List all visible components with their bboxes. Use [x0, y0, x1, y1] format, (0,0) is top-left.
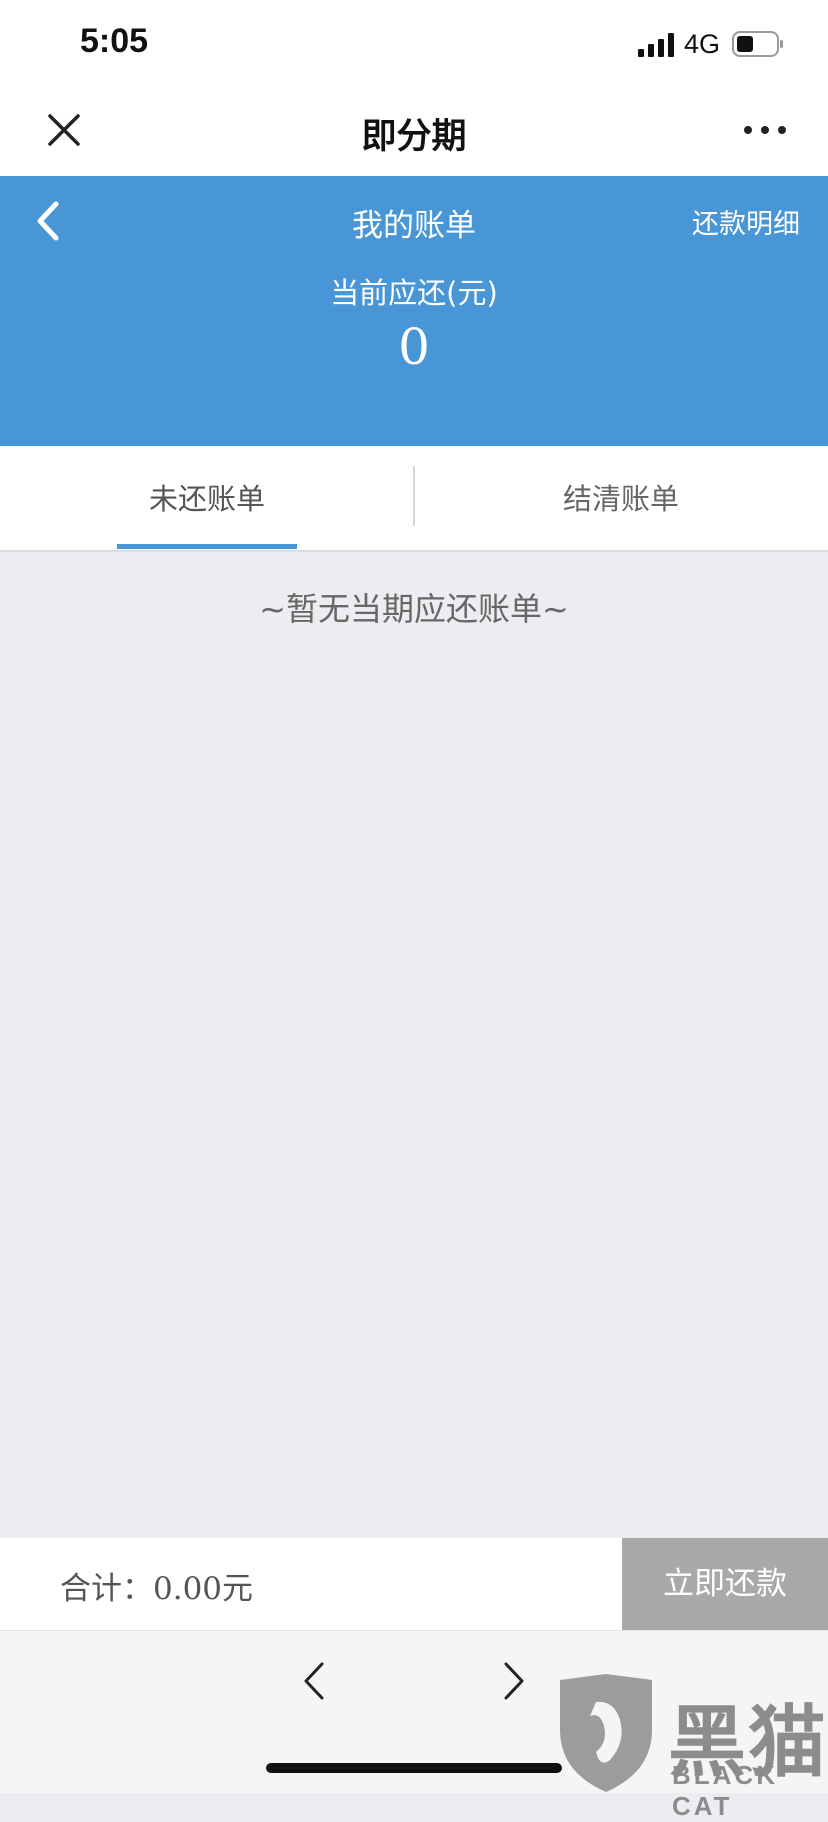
tab-settled[interactable]: 结清账单	[414, 476, 828, 518]
pay-now-button[interactable]: 立即还款	[622, 1538, 828, 1630]
due-amount: 0	[398, 318, 430, 376]
browser-back-icon[interactable]	[296, 1656, 330, 1706]
empty-message: ~暂无当期应还账单~	[259, 590, 569, 628]
page-title: 即分期	[361, 117, 467, 157]
total-label: 合计：	[60, 1571, 153, 1607]
total-value: 0.00元	[153, 1571, 254, 1607]
browser-forward-icon[interactable]	[498, 1656, 532, 1706]
status-time: 5:05	[80, 22, 149, 60]
battery-icon	[732, 31, 783, 57]
due-label: 当前应还(元)	[330, 276, 498, 310]
home-indicator	[266, 1763, 562, 1773]
active-tab-indicator	[117, 544, 297, 549]
more-icon[interactable]	[742, 122, 788, 138]
network-type: 4G	[684, 29, 721, 59]
signal-icon	[638, 33, 674, 57]
repayment-detail-link[interactable]: 还款明细	[660, 202, 800, 241]
tab-unpaid[interactable]: 未还账单	[0, 476, 414, 518]
total-amount: 合计：0.00元	[60, 1563, 253, 1608]
watermark-subtext: BLACK CAT	[672, 1760, 778, 1821]
